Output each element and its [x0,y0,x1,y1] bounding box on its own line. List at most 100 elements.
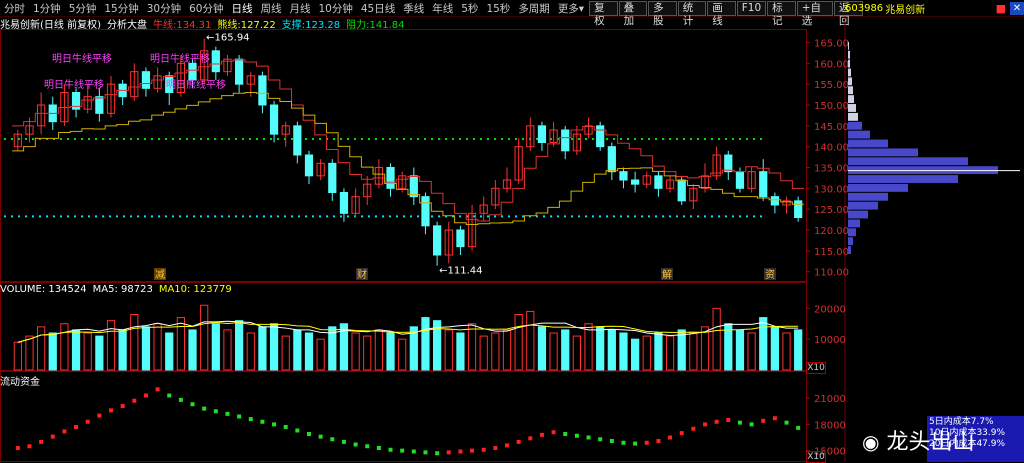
volume-bar-42 [502,329,512,371]
volume-bar-21 [258,326,267,371]
flow-dot-60 [714,419,719,424]
candle-body-64 [759,171,768,198]
flow-dot-37 [446,450,451,455]
volume-bar-5 [71,329,81,371]
flow-dot-45 [539,432,544,437]
flow-dot-59 [703,422,707,427]
chip-bar-16 [848,175,958,183]
volume-bar-47 [561,329,570,371]
flow-dot-5 [74,425,79,429]
volume-bar-43 [514,314,523,371]
chip-bar-17 [848,183,908,192]
chip-bar-18 [848,192,888,201]
volume-bar-8 [106,320,116,371]
chip-bar-6 [848,86,853,95]
volume-bar-52 [619,332,628,371]
volume-bar-7 [95,335,104,371]
flow-dot-6 [85,419,90,424]
volume-bar-16 [200,304,209,371]
axis-label-7: 130.00 [814,184,849,195]
flow-dot-14 [178,397,183,402]
axis-label-1: 160.00 [814,59,849,70]
axis-label-6: 135.00 [814,164,849,175]
flow-dot-58 [691,426,696,431]
flow-dot-56 [668,435,673,440]
flow-dot-51 [609,439,614,443]
flow-dot-62 [737,420,742,425]
volume-bar-15 [188,329,197,371]
flow-title: 流动资金 [0,373,40,388]
flow-dot-57 [679,431,684,436]
flow-dot-39 [470,448,475,453]
event-mark-0: 减 [155,269,165,281]
flow-dot-35 [423,450,428,455]
chip-bar-5 [848,77,852,86]
chip-bar-14 [848,157,968,166]
candle-body-28 [339,192,349,214]
volume-bar-19 [235,320,244,371]
volume-bar-1 [25,335,34,371]
candle-body-61 [724,154,733,173]
flow-dot-24 [295,428,300,433]
candle-body-11 [141,71,151,89]
volume-bar-11 [141,326,151,371]
volume-bar-63 [747,332,756,371]
chart-canvas[interactable]: 165.00 160.00 155.00 150.00 145.00 140.00 135.… [0,0,1024,462]
volume-bar-44 [526,310,535,371]
flow-dot-29 [353,442,358,447]
volume-bar-25 [304,332,314,371]
flow-dot-53 [633,441,638,446]
candle-body-24 [293,125,302,156]
volume-bar-23 [281,335,290,371]
chip-bar-24 [848,246,851,254]
candle-body-53 [631,179,640,185]
volume-bar-30 [363,335,372,371]
flow-dot-17 [213,409,218,414]
flow-dot-44 [528,436,533,441]
volume-bar-60 [712,307,721,371]
chip-bar-8 [848,104,856,112]
flow-dot-64 [761,418,766,423]
volume-bar-22 [269,323,279,371]
flow-dot-13 [167,393,172,398]
volume-bar-61 [724,323,733,371]
flow-dot-12 [155,387,160,392]
volume-bar-59 [700,326,710,371]
event-mark-3: 资 [765,269,775,281]
flow-dot-1 [27,444,32,449]
candle-body-52 [619,171,628,181]
volume-bar-40 [479,335,488,371]
volume-bar-56 [665,335,675,371]
volume-bar-3 [48,332,57,371]
flow-dot-21 [260,419,265,424]
volume-bar-50 [596,326,605,371]
flow-dot-43 [516,439,521,444]
volume-bar-26 [316,338,325,371]
flow-dot-9 [120,404,125,408]
candle-body-17 [211,50,220,73]
chip-bar-22 [848,228,856,237]
volume-bar-29 [351,332,360,371]
move-note-1: 明日牛线平移 [44,78,104,91]
main-panel-border [0,29,807,282]
axis-label-0: 165.00 [814,39,849,50]
axis-label-10: 115.00 [814,247,849,258]
move-note-3: 明日熊线平移 [166,78,226,91]
volume-bar-6 [83,332,92,371]
volume-bar-53 [631,338,640,371]
volume-bar-0 [13,341,22,371]
flow-dot-34 [411,449,416,454]
volume-title: VOLUME: 134524 MA5: 98723 MA10: 123779 [0,284,232,295]
candle-body-15 [188,62,197,81]
flow-dot-32 [388,447,393,452]
flow-dot-28 [341,439,346,444]
axis-label-3: 150.00 [814,101,849,112]
volume-bar-31 [374,329,383,371]
volume-bar-10 [130,314,139,371]
volume-ma5: MA5: 98723 [92,284,153,295]
flow-dot-47 [563,432,568,436]
flow-dot-23 [283,425,288,429]
flow-dot-4 [62,429,67,434]
chip-bar-21 [848,219,860,228]
candle-body-27 [328,162,337,193]
